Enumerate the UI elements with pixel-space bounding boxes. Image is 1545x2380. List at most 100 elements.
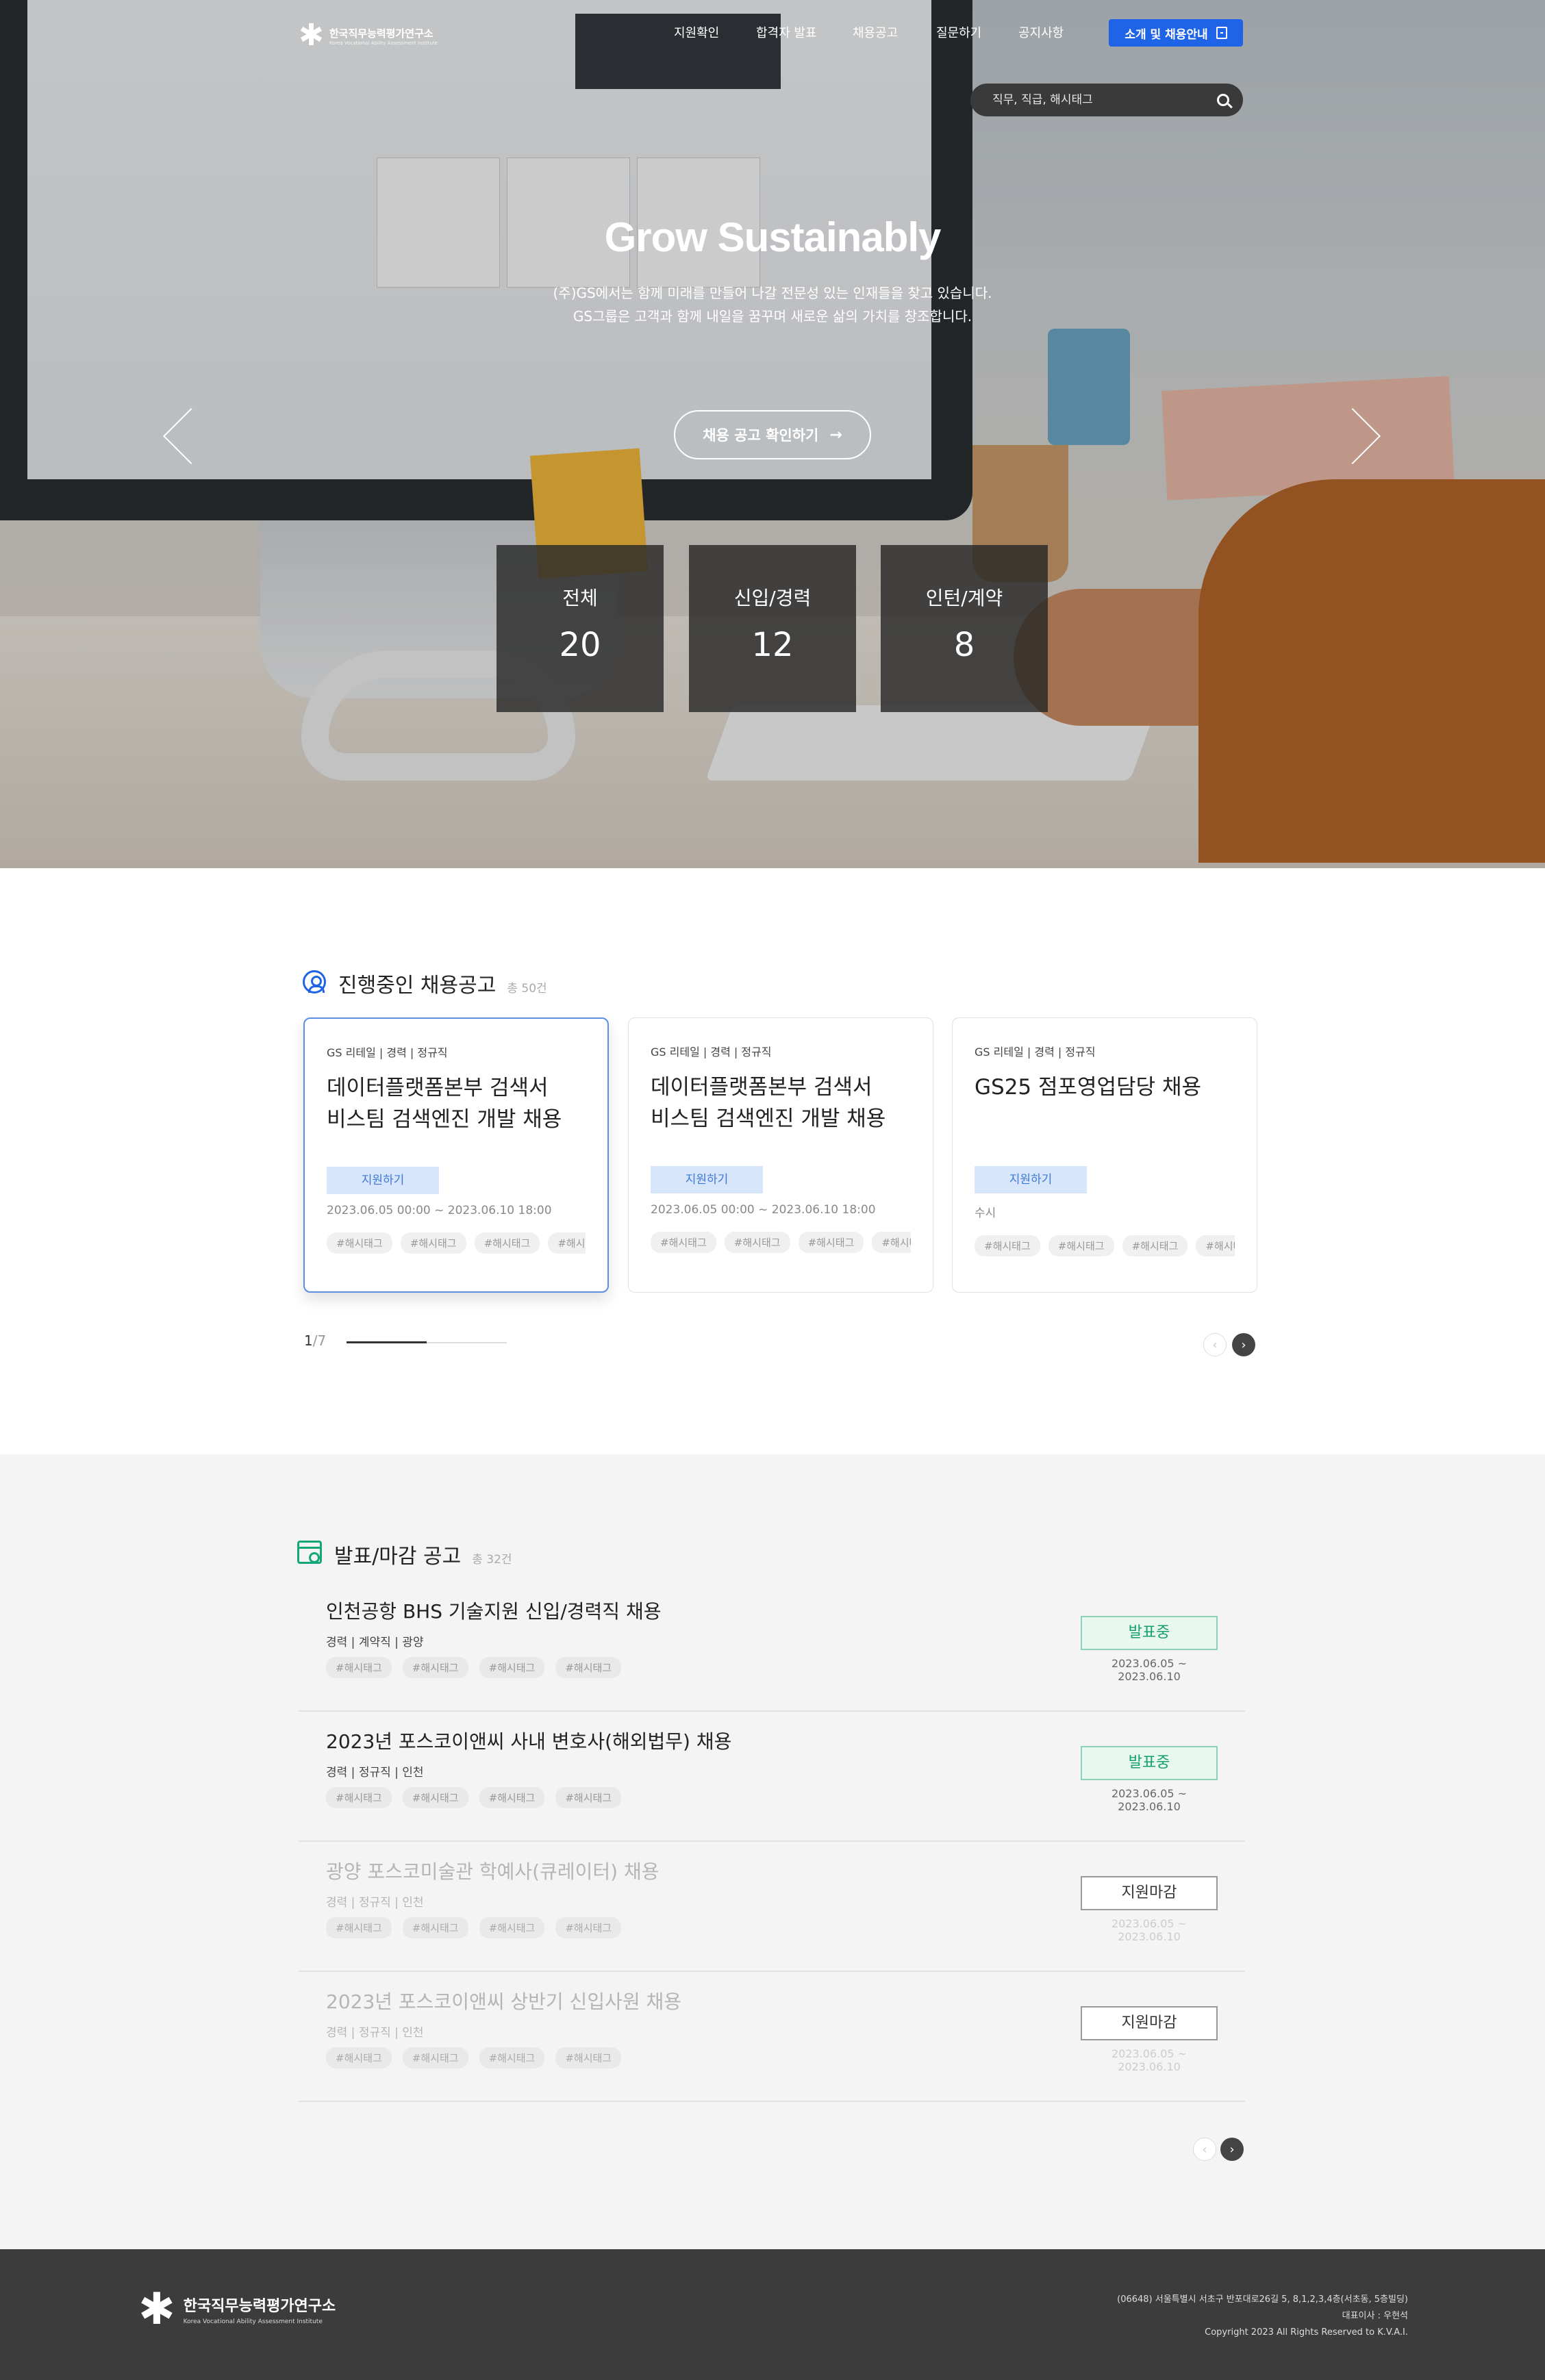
stat-value: 8	[953, 626, 975, 664]
hashtag[interactable]: #해시태그	[479, 1787, 545, 1808]
slide-prev-chevron-left-icon[interactable]	[159, 401, 200, 470]
item-tags: #해시태그 #해시태그 #해시태그 #해시태그	[326, 1787, 622, 1808]
stat-value: 20	[559, 626, 601, 664]
list-next-chevron-right-icon[interactable]: ›	[1220, 2138, 1244, 2161]
item-title: 2023년 포스코이앤씨 사내 변호사(해외법무) 채용	[326, 1730, 732, 1753]
logo-text: 한국직무능력평가연구소	[329, 27, 434, 40]
card-tags: #해시태그 #해시태그 #해시태그 #해시태그	[327, 1232, 586, 1254]
stat-label: 신입/경력	[733, 587, 812, 609]
hero-subtitle-2: GS그룹은 고객과 함께 내일을 꿈꾸며 새로운 삶의 가치를 창조합니다.	[573, 308, 972, 325]
hashtag[interactable]: #해시태그	[724, 1232, 790, 1253]
hashtag[interactable]: #해시태그	[1122, 1235, 1188, 1256]
job-card[interactable]: GS 리테일 | 경력 | 정규직 GS25 점포영업담당 채용 지원하기 수시…	[952, 1017, 1257, 1293]
hashtag[interactable]: #해시태그	[1048, 1235, 1114, 1256]
nav-questions[interactable]: 질문하기	[936, 23, 981, 41]
carousel-progress	[347, 1341, 507, 1343]
hashtag[interactable]: #해시태그	[872, 1232, 911, 1253]
closing-list-item[interactable]: 광양 포스코미술관 학예사(큐레이터) 채용 경력 | 정규직 | 인천 #해시…	[299, 1842, 1245, 1972]
hashtag[interactable]: #해시태그	[479, 1917, 545, 1938]
site-logo[interactable]: ✱ 한국직무능력평가연구소 Korea Vocational Ability A…	[299, 21, 438, 51]
hashtag[interactable]: #해시태그	[555, 1917, 622, 1938]
stat-intern-contract[interactable]: 인턴/계약 8	[881, 545, 1048, 712]
hashtag[interactable]: #해시태그	[651, 1232, 716, 1253]
search-input[interactable]	[992, 93, 1217, 107]
nav-job-postings[interactable]: 채용공고	[853, 23, 898, 41]
hashtag[interactable]: #해시태그	[400, 1232, 466, 1254]
hashtag[interactable]: #해시태그	[402, 2047, 468, 2068]
hashtag[interactable]: #해시태그	[555, 2047, 622, 2068]
slide-next-chevron-right-icon[interactable]	[1345, 401, 1386, 470]
card-tags: #해시태그 #해시태그 #해시태그 #해시태그	[651, 1232, 911, 1253]
nav-notices[interactable]: 공지사항	[1018, 23, 1064, 41]
card-date: 수시	[975, 1206, 996, 1220]
item-title: 인천공항 BHS 기술지원 신입/경력직 채용	[326, 1600, 662, 1623]
stat-new-experienced[interactable]: 신입/경력 12	[689, 545, 856, 712]
status-badge: 발표중	[1081, 1746, 1218, 1780]
item-date: 2023.06.05 ~ 2023.06.10	[1111, 2047, 1188, 2073]
closing-list-item[interactable]: 2023년 포스코이앤씨 사내 변호사(해외법무) 채용 경력 | 정규직 | …	[299, 1712, 1245, 1842]
asterisk-logo-icon: ✱	[299, 18, 324, 53]
job-card[interactable]: GS 리테일 | 경력 | 정규직 데이터플랫폼본부 검색서 비스팀 검색엔진 …	[628, 1017, 933, 1293]
hashtag[interactable]: #해시태그	[1196, 1235, 1235, 1256]
hashtag[interactable]: #해시태그	[975, 1235, 1040, 1256]
item-date: 2023.06.05 ~ 2023.06.10	[1111, 1657, 1188, 1683]
closing-list-item[interactable]: 인천공항 BHS 기술지원 신입/경력직 채용 경력 | 계약직 | 광양 #해…	[299, 1582, 1245, 1712]
card-date: 2023.06.05 00:00 ~ 2023.06.10 18:00	[327, 1204, 552, 1217]
card-meta: GS 리테일 | 경력 | 정규직	[651, 1046, 772, 1059]
stat-label: 전체	[562, 587, 598, 609]
hashtag[interactable]: #해시태그	[326, 1657, 392, 1678]
footer-logo[interactable]: ✱ 한국직무능력평가연구소 Korea Vocational Ability A…	[138, 2288, 336, 2331]
hashtag[interactable]: #해시태그	[474, 1232, 540, 1254]
hashtag[interactable]: #해시태그	[402, 1917, 468, 1938]
card-date: 2023.06.05 00:00 ~ 2023.06.10 18:00	[651, 1203, 876, 1217]
item-meta: 경력 | 정규직 | 인천	[326, 2026, 424, 2040]
section-title: 진행중인 채용공고	[338, 974, 497, 998]
current-page: 1	[304, 1332, 313, 1349]
carousel-next-chevron-right-icon[interactable]: ›	[1232, 1333, 1255, 1356]
hashtag[interactable]: #해시태그	[327, 1232, 392, 1254]
hero-banner: ✱ 한국직무능력평가연구소 Korea Vocational Ability A…	[0, 0, 1545, 868]
hashtag[interactable]: #해시태그	[548, 1232, 586, 1254]
arrow-right-icon: →	[829, 426, 842, 444]
hero-title: Grow Sustainably	[604, 214, 942, 260]
hashtag[interactable]: #해시태그	[479, 2047, 545, 2068]
section-title: 발표/마감 공고	[334, 1545, 462, 1569]
total-pages: /7	[312, 1332, 327, 1349]
hashtag[interactable]: #해시태그	[326, 1917, 392, 1938]
card-meta: GS 리테일 | 경력 | 정규직	[327, 1046, 448, 1059]
nav-results[interactable]: 합격자 발표	[756, 23, 817, 41]
site-footer: ✱ 한국직무능력평가연구소 Korea Vocational Ability A…	[0, 2249, 1545, 2380]
card-tags: #해시태그 #해시태그 #해시태그 #해시태그	[975, 1235, 1235, 1256]
hashtag[interactable]: #해시태그	[402, 1657, 468, 1678]
hashtag[interactable]: #해시태그	[402, 1787, 468, 1808]
apply-button[interactable]: 지원하기	[975, 1166, 1087, 1193]
intro-recruit-label: 소개 및 채용안내	[1125, 27, 1208, 42]
hero-subtitle-1: (주)GS에서는 함께 미래를 만들어 나갈 전문성 있는 인재들을 찾고 있습…	[553, 285, 992, 301]
card-title: GS25 점포영업담당 채용	[975, 1075, 1202, 1100]
item-title: 광양 포스코미술관 학예사(큐레이터) 채용	[326, 1860, 660, 1883]
apply-button[interactable]: 지원하기	[327, 1167, 439, 1194]
footer-info: (06648) 서울특별시 서초구 반포대로26길 5, 8,1,2,3,4층(…	[1117, 2292, 1408, 2341]
hashtag[interactable]: #해시태그	[555, 1787, 622, 1808]
hashtag[interactable]: #해시태그	[555, 1657, 622, 1678]
status-badge: 발표중	[1081, 1616, 1218, 1650]
hashtag[interactable]: #해시태그	[326, 1787, 392, 1808]
list-prev-chevron-left-icon[interactable]: ‹	[1193, 2138, 1216, 2161]
view-postings-button[interactable]: 채용 공고 확인하기 →	[674, 410, 871, 459]
job-card[interactable]: GS 리테일 | 경력 | 정규직 데이터플랫폼본부 검색서 비스팀 검색엔진 …	[303, 1017, 609, 1293]
hashtag[interactable]: #해시태그	[798, 1232, 864, 1253]
search-icon[interactable]	[1217, 94, 1229, 106]
item-meta: 경력 | 계약직 | 광양	[326, 1636, 424, 1649]
nav-apply-check[interactable]: 지원확인	[674, 23, 719, 41]
card-title: 데이터플랫폼본부 검색서 비스팀 검색엔진 개발 채용	[651, 1075, 886, 1131]
intro-recruit-button[interactable]: 소개 및 채용안내	[1109, 19, 1243, 47]
item-tags: #해시태그 #해시태그 #해시태그 #해시태그	[326, 1917, 622, 1938]
ongoing-section-header: 진행중인 채용공고 총 50건	[338, 968, 547, 998]
hashtag[interactable]: #해시태그	[326, 2047, 392, 2068]
carousel-prev-chevron-left-icon[interactable]: ‹	[1203, 1333, 1227, 1356]
stat-all[interactable]: 전체 20	[497, 545, 664, 712]
footer-ceo: 대표이사 : 우현석	[1342, 2311, 1408, 2321]
hashtag[interactable]: #해시태그	[479, 1657, 545, 1678]
closing-list-item[interactable]: 2023년 포스코이앤씨 상반기 신입사원 채용 경력 | 정규직 | 인천 #…	[299, 1972, 1245, 2102]
apply-button[interactable]: 지원하기	[651, 1166, 763, 1193]
